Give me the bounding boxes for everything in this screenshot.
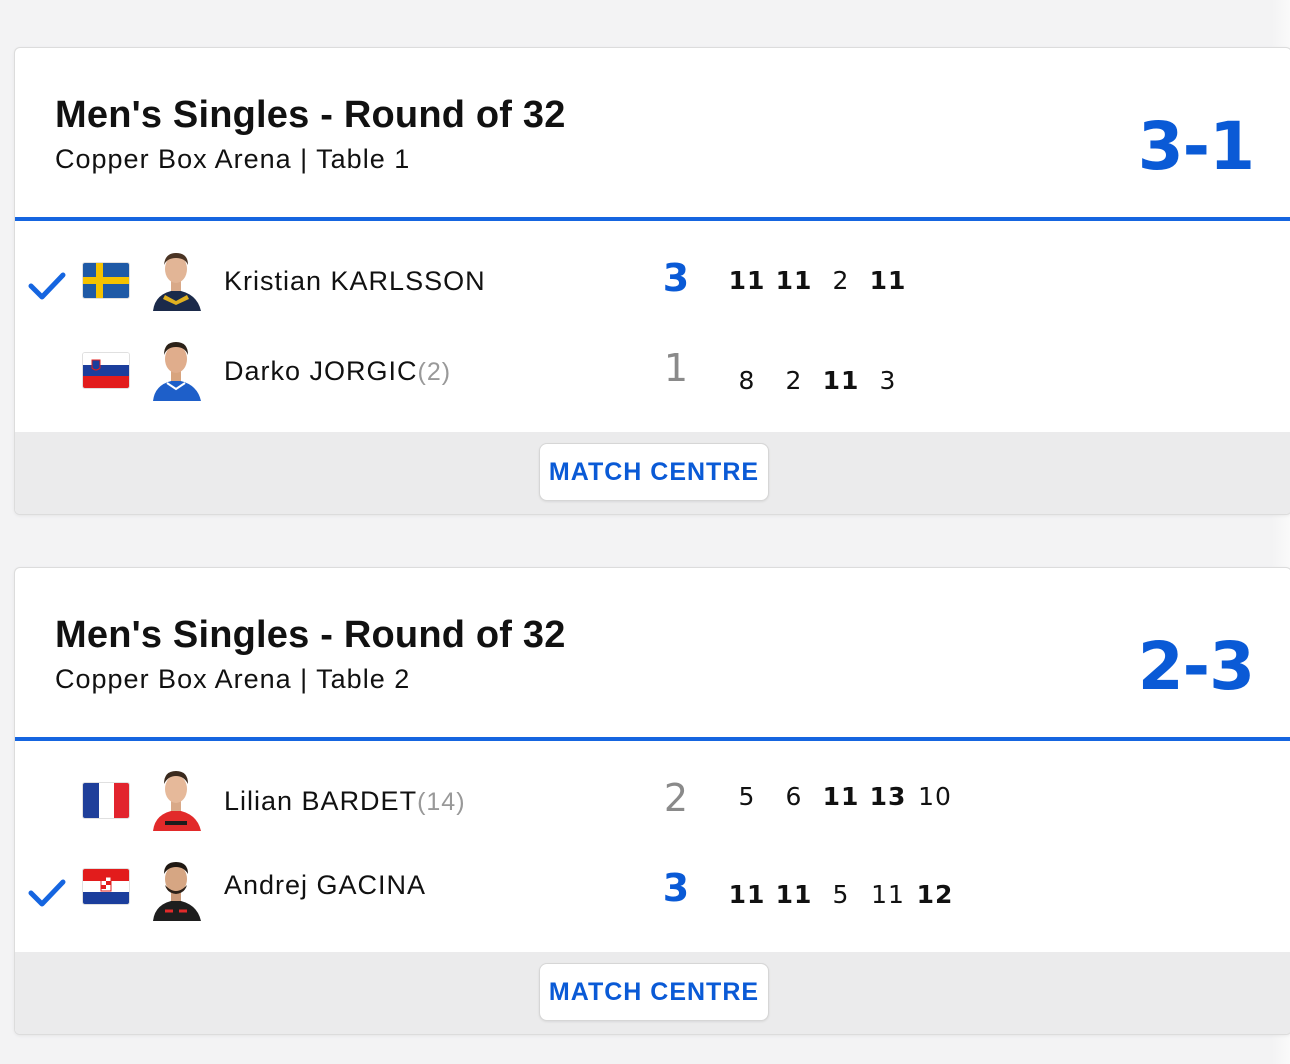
player-name-text: Lilian BARDET [224,786,418,816]
player-avatar [145,763,207,831]
game-score: 11 [869,266,907,295]
match-footer: MATCH CENTRE [15,432,1290,514]
player-avatar [145,243,207,311]
game-score: 11 [728,266,766,295]
player-avatar [145,333,207,401]
winner-check-icon [28,272,66,300]
match-title: Men's Singles - Round of 32 [55,614,566,656]
france-flag-icon [82,782,130,819]
sets-won: 3 [662,866,690,910]
player-name[interactable]: Kristian KARLSSON [224,266,486,297]
player-name[interactable]: Lilian BARDET(14) [224,786,466,817]
match-card: Men's Singles - Round of 32 Copper Box A… [14,567,1290,1035]
player-seed: (14) [417,788,466,816]
match-card: Men's Singles - Round of 32 Copper Box A… [14,47,1290,515]
header-divider [15,737,1290,741]
player-name-text: Darko JORGIC [224,356,418,386]
match-title: Men's Singles - Round of 32 [55,94,566,136]
player-row: Andrej GACINA 3 11 11 5 11 12 [15,848,1290,934]
sets-won: 2 [663,776,689,820]
game-score: 11 [775,266,813,295]
match-score: 2-3 [1137,628,1255,705]
match-header: Men's Singles - Round of 32 Copper Box A… [15,48,1290,218]
game-score: 11 [775,880,813,909]
winner-check-icon [28,879,66,907]
player-row: Lilian BARDET(14) 2 5 6 11 13 10 [15,758,1290,844]
match-venue: Copper Box Arena | Table 2 [55,664,411,694]
game-score: 2 [832,266,850,295]
player-row: Darko JORGIC(2) 1 8 2 11 3 [15,328,1290,414]
game-score: 12 [916,880,954,909]
match-score: 3-1 [1137,108,1255,185]
sets-won: 3 [662,256,690,300]
player-name-text: Kristian KARLSSON [224,266,486,296]
match-venue: Copper Box Arena | Table 1 [55,144,411,174]
game-score: 11 [822,782,860,811]
player-name-text: Andrej GACINA [224,870,427,900]
sets-won: 1 [663,346,689,390]
match-footer: MATCH CENTRE [15,952,1290,1034]
game-score: 5 [832,880,850,909]
player-avatar [145,853,207,921]
game-score: 3 [879,366,897,395]
game-score: 6 [785,782,803,811]
player-row: Kristian KARLSSON 3 11 11 2 11 [15,238,1290,324]
header-divider [15,217,1290,221]
match-header: Men's Singles - Round of 32 Copper Box A… [15,568,1290,738]
game-score: 11 [728,880,766,909]
player-name[interactable]: Darko JORGIC(2) [224,356,451,387]
slovenia-flag-icon [82,352,130,389]
match-centre-button[interactable]: MATCH CENTRE [539,443,769,501]
game-score: 5 [738,782,756,811]
match-centre-button[interactable]: MATCH CENTRE [539,963,769,1021]
game-score: 8 [738,366,756,395]
player-seed: (2) [417,358,452,386]
croatia-flag-icon [82,868,130,905]
game-score: 13 [869,782,907,811]
player-name[interactable]: Andrej GACINA [224,870,426,901]
game-score: 10 [918,782,952,811]
game-score: 11 [822,366,860,395]
game-score: 2 [785,366,803,395]
game-score: 11 [871,880,905,909]
sweden-flag-icon [82,262,130,299]
